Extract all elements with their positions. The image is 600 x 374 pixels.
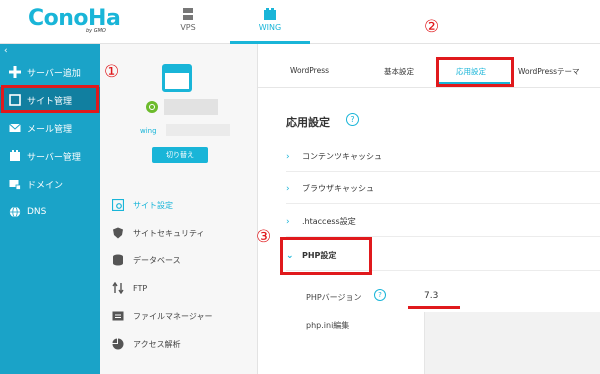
- highlight-box-tab: [436, 57, 514, 87]
- menu-label: データベース: [133, 255, 181, 265]
- menu-label: サイト設定: [133, 200, 173, 210]
- sidebar-item-domain[interactable]: ドメイン: [0, 171, 100, 197]
- sidebar-item-add-server[interactable]: サーバー追加: [0, 59, 100, 85]
- nav-wing[interactable]: WING: [230, 0, 310, 44]
- menu-label: サイトセキュリティ: [133, 228, 205, 238]
- php-version-label: PHPバージョン: [306, 293, 362, 302]
- chevron-right-icon: ›: [286, 216, 290, 227]
- tab-wordpress[interactable]: WordPress: [290, 66, 329, 75]
- top-bar: ConoHa by GMO VPS WING: [0, 0, 600, 44]
- switch-site-button[interactable]: 切り替え: [152, 147, 208, 163]
- section-label: コンテンツキャッシュ: [302, 152, 382, 161]
- wing-prefix: wing: [140, 127, 157, 135]
- highlight-underline-php-version: [408, 306, 460, 309]
- globe-icon: [9, 206, 21, 218]
- pie-chart-icon: [112, 338, 124, 350]
- wing-icon: [264, 8, 276, 20]
- nav-wing-label: WING: [258, 23, 282, 32]
- shield-icon: [113, 227, 123, 239]
- site-domain-redacted: [166, 124, 230, 136]
- browser-window-icon: [162, 64, 192, 92]
- site-name-redacted: [164, 99, 218, 115]
- tab-wordpress-theme[interactable]: WordPressテーマ: [518, 66, 580, 77]
- nav-vps[interactable]: VPS: [160, 0, 216, 44]
- collapse-icon[interactable]: ‹: [4, 46, 8, 56]
- sidebar-item-label: DNS: [27, 207, 47, 217]
- chevron-right-icon: ›: [286, 183, 290, 194]
- highlight-box-sidebar: [1, 85, 99, 113]
- sidebar-item-label: ドメイン: [27, 180, 64, 191]
- nav-vps-label: VPS: [180, 23, 196, 32]
- sidebar-item-label: サーバー追加: [27, 68, 81, 79]
- step-marker-3: ③: [256, 227, 272, 247]
- step-marker-2: ②: [424, 17, 440, 37]
- highlight-box-php: [280, 237, 372, 275]
- server-icon: [10, 150, 20, 161]
- settings-tabs: WordPress 基本設定 応用設定 WordPressテーマ: [258, 44, 600, 88]
- power-status-icon: [146, 101, 158, 113]
- domain-icon: [9, 180, 21, 190]
- help-icon[interactable]: ?: [374, 289, 386, 301]
- menu-label: ファイルマネージャー: [133, 311, 213, 321]
- step-marker-1: ①: [104, 62, 120, 82]
- database-icon: [113, 254, 123, 266]
- server-icon: [183, 8, 193, 20]
- menu-database[interactable]: データベース: [112, 250, 258, 270]
- menu-access-analytics[interactable]: アクセス解析: [112, 334, 258, 354]
- page-title: 応用設定: [286, 116, 330, 129]
- menu-site-security[interactable]: サイトセキュリティ: [112, 223, 258, 243]
- site-panel: wing 切り替え サイト設定 サイトセキュリティ データベース FTP ファイ…: [100, 44, 258, 374]
- section-content-cache[interactable]: › コンテンツキャッシュ: [286, 142, 600, 172]
- logo-subtext: by GMO: [86, 28, 106, 34]
- chevron-right-icon: ›: [286, 151, 290, 162]
- menu-file-manager[interactable]: ファイルマネージャー: [112, 306, 258, 326]
- folder-icon: [112, 311, 124, 321]
- main-content: WordPress 基本設定 応用設定 WordPressテーマ 応用設定 ? …: [258, 44, 600, 374]
- php-ini-editor[interactable]: [424, 312, 600, 374]
- transfer-icon: [112, 282, 124, 294]
- php-version-value[interactable]: 7.3: [424, 291, 438, 301]
- sidebar-item-dns[interactable]: DNS: [0, 199, 100, 225]
- tab-basic-settings[interactable]: 基本設定: [384, 66, 414, 77]
- sidebar-item-label: サーバー管理: [27, 152, 81, 163]
- section-label: ブラウザキャッシュ: [302, 184, 374, 193]
- php-ini-label: php.ini編集: [306, 321, 350, 330]
- mail-icon: [9, 123, 21, 132]
- sidebar-item-label: メール管理: [27, 124, 73, 135]
- sidebar-item-server-management[interactable]: サーバー管理: [0, 143, 100, 169]
- menu-site-settings[interactable]: サイト設定: [112, 195, 258, 215]
- logo-text: ConoHa: [28, 6, 121, 31]
- conoha-logo[interactable]: ConoHa by GMO: [28, 6, 121, 38]
- plus-icon: [9, 66, 21, 78]
- section-label: .htaccess設定: [302, 217, 356, 226]
- menu-ftp[interactable]: FTP: [112, 278, 258, 298]
- menu-label: アクセス解析: [133, 339, 181, 349]
- section-browser-cache[interactable]: › ブラウザキャッシュ: [286, 174, 600, 204]
- menu-label: FTP: [133, 283, 148, 293]
- section-htaccess[interactable]: › .htaccess設定: [286, 207, 600, 237]
- sidebar-item-mail-management[interactable]: メール管理: [0, 115, 100, 141]
- gear-icon: [112, 199, 124, 211]
- help-icon[interactable]: ?: [346, 113, 359, 126]
